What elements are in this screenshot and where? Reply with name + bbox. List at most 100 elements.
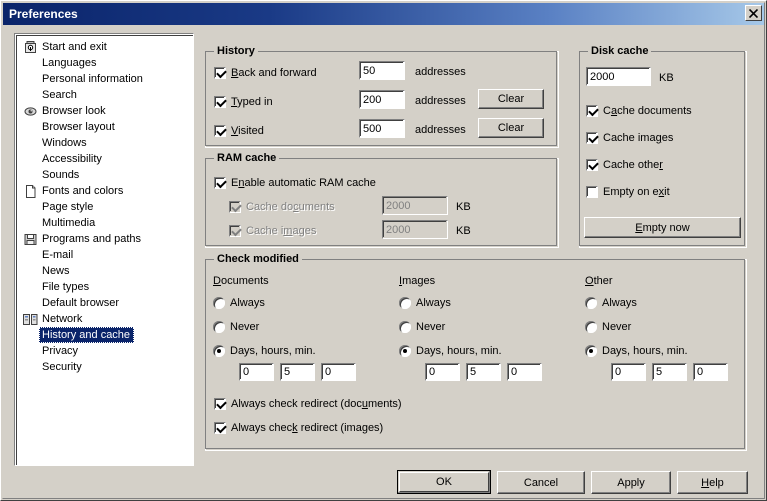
documents-never-radio[interactable]: Never bbox=[213, 320, 259, 334]
ok-button[interactable]: OK bbox=[397, 470, 491, 494]
sidebar-item-default-browser[interactable]: Default browser bbox=[17, 295, 193, 311]
checkbox-box bbox=[214, 125, 226, 137]
sidebar-item-multimedia[interactable]: Multimedia bbox=[17, 215, 193, 231]
other-never-radio[interactable]: Never bbox=[585, 320, 631, 334]
empty-now-button[interactable]: Empty now bbox=[584, 217, 741, 238]
sidebar-item-label: Browser layout bbox=[42, 121, 115, 133]
visited-unit: addresses bbox=[415, 124, 466, 136]
documents-minutes-input[interactable]: 0 bbox=[321, 363, 356, 381]
sidebar-item-label: Personal information bbox=[42, 73, 143, 85]
sidebar-item-file-types[interactable]: File types bbox=[17, 279, 193, 295]
sidebar-item-label: News bbox=[42, 265, 70, 277]
page-icon bbox=[21, 184, 39, 198]
sidebar-item-label: Fonts and colors bbox=[42, 185, 124, 197]
visited-label: Visited bbox=[231, 125, 264, 137]
other-always-radio[interactable]: Always bbox=[585, 296, 637, 310]
cancel-button[interactable]: Cancel bbox=[497, 471, 585, 494]
sidebar-item-label: Network bbox=[42, 313, 83, 325]
check-modified-images-header: Images bbox=[399, 275, 436, 287]
sidebar-item-history-and-cache[interactable]: History and cache bbox=[17, 327, 193, 343]
typed-in-checkbox[interactable]: Typed in bbox=[214, 95, 273, 109]
images-days-input[interactable]: 0 bbox=[425, 363, 460, 381]
disk-cache-images-label: Cache images bbox=[603, 132, 674, 144]
enable-ram-cache-checkbox[interactable]: Enable automatic RAM cache bbox=[214, 176, 376, 190]
category-tree[interactable]: Start and exit Languages Personal informat… bbox=[14, 33, 194, 466]
images-days-hours-min-radio[interactable]: Days, hours, min. bbox=[399, 344, 502, 358]
documents-hours-input[interactable]: 5 bbox=[280, 363, 315, 381]
sidebar-item-languages[interactable]: Languages bbox=[17, 55, 193, 71]
other-minutes-input[interactable]: 0 bbox=[693, 363, 728, 381]
clear-typed-in-label: Clear bbox=[497, 93, 525, 105]
other-never-label: Never bbox=[602, 321, 632, 333]
preferences-window: Preferences Start and exit Languages Perso… bbox=[0, 0, 767, 501]
sidebar-item-news[interactable]: News bbox=[17, 263, 193, 279]
images-never-radio[interactable]: Never bbox=[399, 320, 445, 334]
ram-cache-images-unit: KB bbox=[456, 225, 471, 237]
sidebar-item-label: Programs and paths bbox=[42, 233, 142, 245]
radio-circle bbox=[213, 321, 225, 333]
disk-cache-documents-checkbox[interactable]: Cache documents bbox=[586, 104, 692, 118]
images-minutes-input[interactable]: 0 bbox=[507, 363, 542, 381]
sidebar-item-label: Browser look bbox=[42, 105, 106, 117]
sidebar-item-label: Windows bbox=[42, 137, 87, 149]
always-check-redirect-images-checkbox[interactable]: Always check redirect (images) bbox=[214, 421, 383, 435]
radio-circle bbox=[399, 321, 411, 333]
checkbox-box bbox=[214, 422, 226, 434]
always-check-redirect-documents-checkbox[interactable]: Always check redirect (documents) bbox=[214, 397, 402, 411]
sidebar-item-e-mail[interactable]: E-mail bbox=[17, 247, 193, 263]
documents-always-radio[interactable]: Always bbox=[213, 296, 265, 310]
visited-checkbox[interactable]: Visited bbox=[214, 124, 264, 138]
sidebar-item-security[interactable]: Security bbox=[17, 359, 193, 375]
other-hours-input[interactable]: 5 bbox=[652, 363, 687, 381]
sidebar-item-browser-layout[interactable]: Browser layout bbox=[17, 119, 193, 135]
empty-on-exit-checkbox[interactable]: Empty on exit bbox=[586, 185, 670, 199]
documents-days-input[interactable]: 0 bbox=[239, 363, 274, 381]
images-hours-input[interactable]: 5 bbox=[466, 363, 501, 381]
sidebar-item-fonts-and-colors[interactable]: Fonts and colors bbox=[17, 183, 193, 199]
sidebar-item-page-style[interactable]: Page style bbox=[17, 199, 193, 215]
other-days-hours-min-radio[interactable]: Days, hours, min. bbox=[585, 344, 688, 358]
visited-input[interactable]: 500 bbox=[359, 119, 405, 138]
ram-cache-images-input[interactable]: 2000 bbox=[382, 220, 448, 239]
clear-visited-button[interactable]: Clear bbox=[478, 118, 544, 138]
title-bar[interactable]: Preferences bbox=[3, 3, 764, 25]
typed-in-input[interactable]: 200 bbox=[359, 90, 405, 109]
sidebar-item-label: History and cache bbox=[39, 327, 135, 343]
sidebar-item-privacy[interactable]: Privacy bbox=[17, 343, 193, 359]
history-group-title: History bbox=[214, 45, 258, 57]
sidebar-item-sounds[interactable]: Sounds bbox=[17, 167, 193, 183]
back-and-forward-checkbox[interactable]: Back and forward bbox=[214, 66, 317, 80]
sidebar-item-windows[interactable]: Windows bbox=[17, 135, 193, 151]
sidebar-item-start-and-exit[interactable]: Start and exit bbox=[17, 39, 193, 55]
sidebar-item-accessibility[interactable]: Accessibility bbox=[17, 151, 193, 167]
apply-button[interactable]: Apply bbox=[591, 471, 671, 494]
clear-typed-in-button[interactable]: Clear bbox=[478, 89, 544, 109]
disk-cache-size-input[interactable]: 2000 bbox=[586, 67, 651, 86]
safe-icon bbox=[21, 40, 39, 54]
ram-cache-documents-input[interactable]: 2000 bbox=[382, 196, 448, 215]
ram-cache-documents-label: Cache documents bbox=[246, 201, 335, 213]
images-always-radio[interactable]: Always bbox=[399, 296, 451, 310]
sidebar-item-personal-information[interactable]: Personal information bbox=[17, 71, 193, 87]
sidebar-item-programs-and-paths[interactable]: Programs and paths bbox=[17, 231, 193, 247]
back-and-forward-unit: addresses bbox=[415, 66, 466, 78]
close-icon[interactable] bbox=[745, 5, 762, 21]
documents-days-hours-min-label: Days, hours, min. bbox=[230, 345, 316, 357]
back-and-forward-input[interactable]: 50 bbox=[359, 61, 405, 80]
disk-cache-other-checkbox[interactable]: Cache other bbox=[586, 158, 663, 172]
other-days-input[interactable]: 0 bbox=[611, 363, 646, 381]
sidebar-item-label: Page style bbox=[42, 201, 94, 213]
sidebar-item-browser-look[interactable]: Browser look bbox=[17, 103, 193, 119]
documents-days-hours-min-radio[interactable]: Days, hours, min. bbox=[213, 344, 316, 358]
documents-never-label: Never bbox=[230, 321, 260, 333]
ram-cache-documents-checkbox[interactable]: Cache documents bbox=[229, 200, 335, 214]
help-button[interactable]: Help bbox=[677, 471, 748, 494]
sidebar-item-network[interactable]: Network bbox=[17, 311, 193, 327]
ram-cache-documents-unit: KB bbox=[456, 201, 471, 213]
eye-icon bbox=[21, 104, 39, 118]
disk-cache-images-checkbox[interactable]: Cache images bbox=[586, 131, 673, 145]
sidebar-item-search[interactable]: Search bbox=[17, 87, 193, 103]
empty-now-label: Empty now bbox=[635, 221, 690, 234]
ram-cache-images-checkbox[interactable]: Cache images bbox=[229, 224, 316, 238]
